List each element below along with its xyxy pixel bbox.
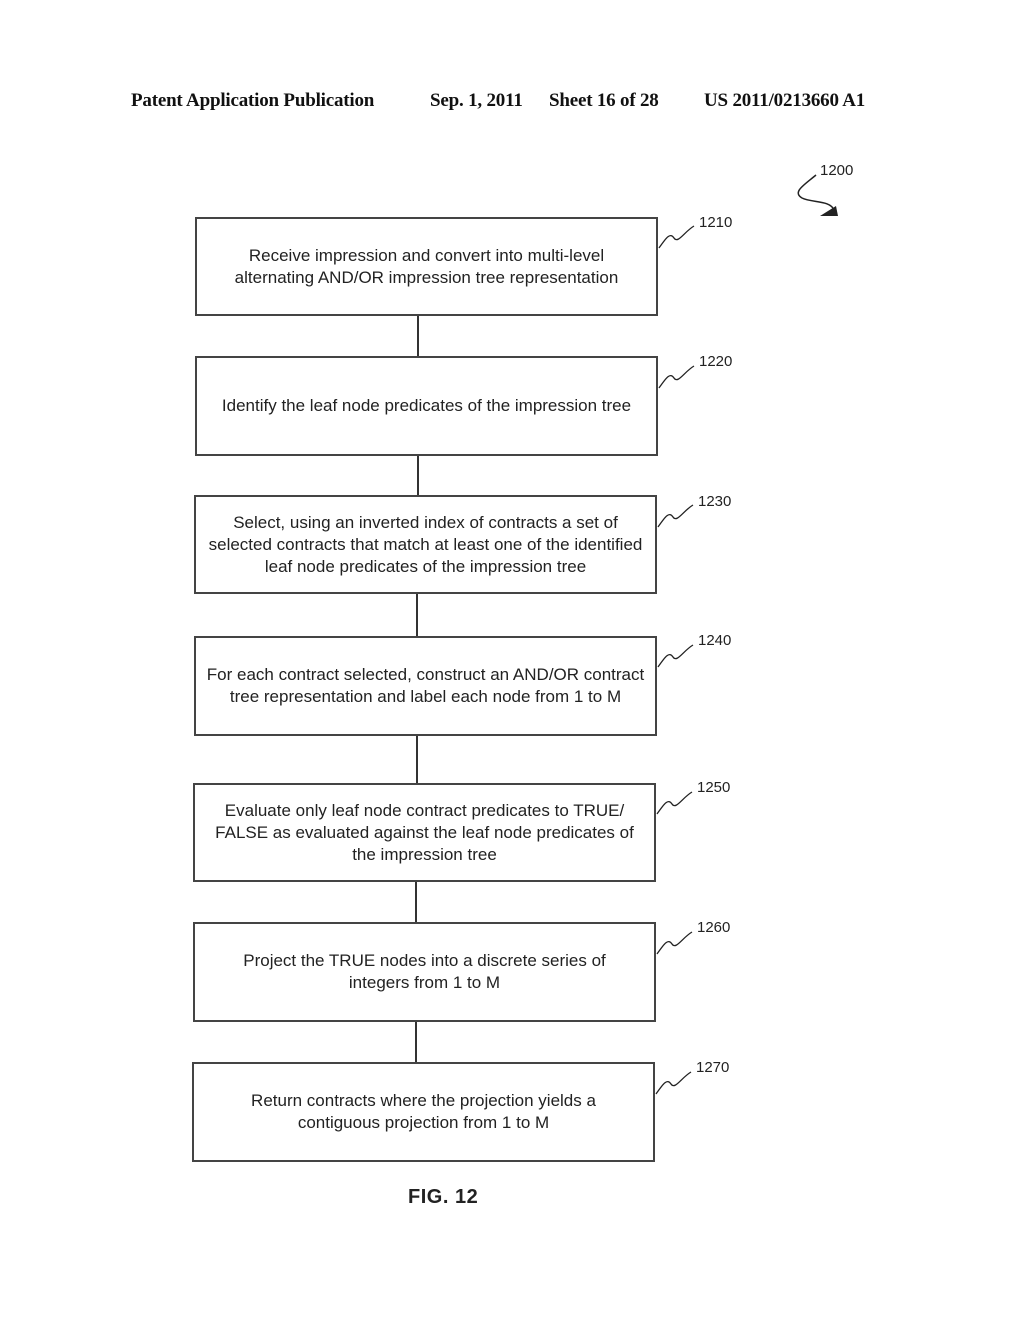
figure-ref-arrow-icon <box>797 174 838 216</box>
connector-line <box>416 594 418 636</box>
page-header: Patent Application Publication Sep. 1, 2… <box>131 90 891 114</box>
publication-date: Sep. 1, 2011 <box>430 90 523 111</box>
step-box-1220: Identify the leaf node predicates of the… <box>195 356 658 456</box>
ref-leader-icon <box>658 365 695 389</box>
figure-label: FIG. 12 <box>408 1186 479 1208</box>
ref-leader-icon <box>656 791 693 815</box>
step-box-1210: Receive impression and convert into mult… <box>195 217 658 316</box>
step-ref-label: 1250 <box>697 779 731 796</box>
ref-leader-icon <box>656 931 693 955</box>
step-box-1250: Evaluate only leaf node contract predica… <box>193 783 656 882</box>
step-text: For each contract selected, construct an… <box>206 665 645 706</box>
step-ref-label: 1260 <box>697 919 731 936</box>
step-ref-label: 1210 <box>699 214 733 231</box>
step-ref-label: 1230 <box>698 493 732 510</box>
publication-number: US 2011/0213660 A1 <box>704 90 866 111</box>
connector-line <box>415 1022 417 1062</box>
step-box-1260: Project the TRUE nodes into a discrete s… <box>193 922 656 1022</box>
connector-line <box>417 316 419 356</box>
connector-line <box>415 882 417 922</box>
connector-line <box>416 736 418 783</box>
step-ref-label: 1220 <box>699 353 733 370</box>
step-box-1240: For each contract selected, construct an… <box>194 636 657 736</box>
step-text: Identify the leaf node predicates of the… <box>221 396 632 415</box>
sheet-number: Sheet 16 of 28 <box>549 90 659 111</box>
ref-leader-icon <box>657 644 694 668</box>
ref-leader-icon <box>658 225 695 249</box>
step-text: Select, using an inverted index of contr… <box>208 512 643 576</box>
ref-leader-icon <box>655 1071 692 1095</box>
connector-line <box>417 456 419 495</box>
step-ref-label: 1240 <box>698 632 732 649</box>
step-text: Project the TRUE nodes into a discrete s… <box>243 951 606 992</box>
step-text: Receive impression and convert into mult… <box>234 245 619 287</box>
step-text: Return contracts where the projection yi… <box>251 1091 596 1132</box>
step-box-1230: Select, using an inverted index of contr… <box>194 495 657 594</box>
step-ref-label: 1270 <box>696 1059 730 1076</box>
ref-leader-icon <box>657 504 694 528</box>
step-text: Evaluate only leaf node contract predica… <box>215 800 634 864</box>
step-box-1270: Return contracts where the projection yi… <box>192 1062 655 1162</box>
publication-title: Patent Application Publication <box>131 90 375 111</box>
